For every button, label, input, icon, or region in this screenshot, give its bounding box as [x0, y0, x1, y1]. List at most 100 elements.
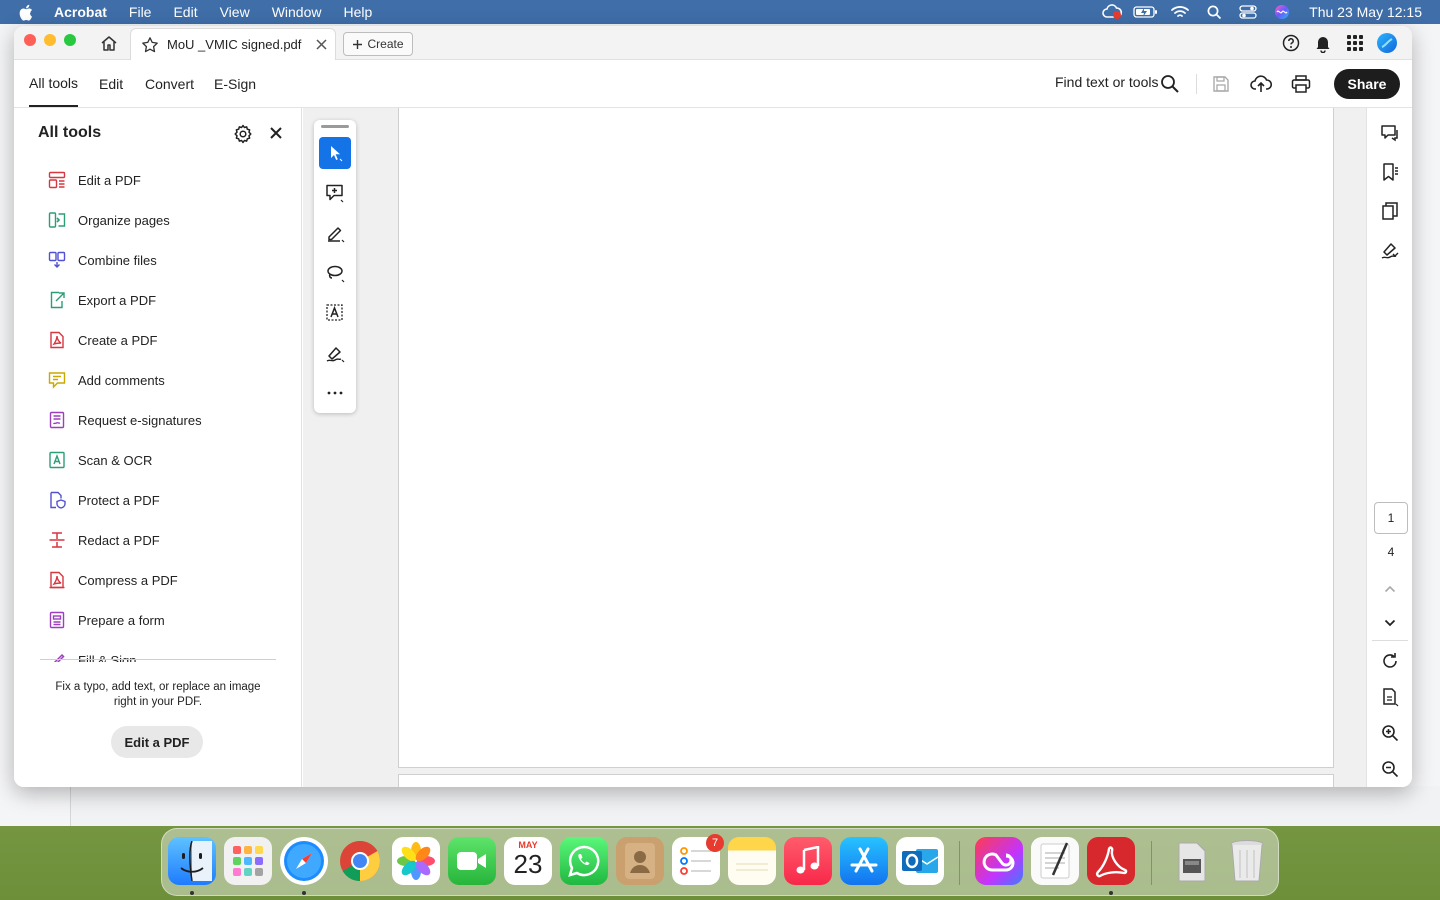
tab-convert[interactable]: Convert: [145, 60, 194, 108]
control-center-icon[interactable]: [1231, 0, 1265, 24]
menu-window[interactable]: Window: [272, 4, 322, 20]
tool-redact-pdf[interactable]: Redact a PDF: [48, 528, 160, 552]
zoom-out-icon[interactable]: [1379, 758, 1401, 780]
fill-and-sign-icon[interactable]: [1379, 239, 1401, 261]
apple-menu-icon[interactable]: [18, 4, 40, 21]
draw-lasso-icon[interactable]: [319, 257, 351, 289]
dock-facetime-icon[interactable]: [448, 837, 496, 885]
sign-pen-icon[interactable]: [319, 337, 351, 369]
tool-prepare-form[interactable]: Prepare a form: [48, 608, 165, 632]
tab-edit[interactable]: Edit: [99, 60, 123, 108]
print-icon[interactable]: [1290, 73, 1312, 95]
pdf-page-next[interactable]: [398, 774, 1334, 787]
dock-music-icon[interactable]: [784, 837, 832, 885]
user-avatar[interactable]: [1376, 32, 1398, 54]
tab-e-sign[interactable]: E-Sign: [214, 60, 256, 108]
notifications-bell-icon[interactable]: [1312, 32, 1334, 54]
star-icon[interactable]: [141, 36, 159, 54]
close-window-button[interactable]: [24, 34, 36, 46]
menu-help[interactable]: Help: [343, 4, 372, 20]
document-viewer[interactable]: [303, 108, 1366, 787]
select-cursor-icon[interactable]: [319, 137, 351, 169]
toolbar-divider: [1196, 74, 1197, 94]
pdf-page[interactable]: [398, 108, 1334, 768]
rotate-icon[interactable]: [1379, 650, 1401, 672]
dock-reminders-icon[interactable]: 7: [672, 834, 724, 885]
dock-safari-icon[interactable]: [280, 837, 328, 885]
zoom-window-button[interactable]: [64, 34, 76, 46]
tool-label: Fill & Sign: [78, 652, 137, 663]
apps-grid-icon[interactable]: [1344, 32, 1366, 54]
page-fit-icon[interactable]: [1379, 686, 1401, 708]
total-pages: 4: [1387, 545, 1395, 559]
battery-icon[interactable]: [1129, 0, 1163, 24]
gear-icon[interactable]: [233, 124, 253, 144]
bookmarks-icon[interactable]: [1379, 161, 1401, 183]
minimize-window-button[interactable]: [44, 34, 56, 46]
tool-compress-pdf[interactable]: Compress a PDF: [48, 568, 178, 592]
dock-whatsapp-icon[interactable]: [560, 837, 608, 885]
prepare-form-icon: [48, 611, 66, 629]
dock-utility-icon[interactable]: [1167, 837, 1215, 885]
more-options-icon[interactable]: [319, 377, 351, 409]
dock-notes-icon[interactable]: [728, 837, 776, 885]
dock-creative-cloud-icon[interactable]: [975, 837, 1023, 885]
menu-view[interactable]: View: [220, 4, 250, 20]
text-recognize-icon[interactable]: [319, 297, 351, 329]
zoom-in-icon[interactable]: [1379, 722, 1401, 744]
creative-cloud-status-icon[interactable]: [1095, 0, 1129, 24]
close-panel-icon[interactable]: [268, 125, 284, 141]
search-icon[interactable]: [1160, 74, 1180, 94]
comments-panel-icon[interactable]: [1379, 122, 1401, 144]
dock-photos-icon[interactable]: [392, 837, 440, 885]
tool-create-pdf[interactable]: Create a PDF: [48, 328, 157, 352]
dock-finder-icon[interactable]: [168, 837, 216, 885]
share-button[interactable]: Share: [1334, 69, 1400, 99]
current-page-field[interactable]: 1: [1374, 502, 1408, 534]
tool-label: Add comments: [78, 372, 165, 388]
menu-edit[interactable]: Edit: [173, 4, 197, 20]
dock-launchpad-icon[interactable]: [224, 837, 272, 885]
home-icon[interactable]: [98, 33, 120, 53]
close-tab-icon[interactable]: [313, 36, 329, 52]
upload-cloud-icon[interactable]: [1250, 73, 1272, 95]
tool-add-comments[interactable]: Add comments: [48, 368, 165, 392]
redact-pdf-icon: [48, 531, 66, 549]
dock-contacts-icon[interactable]: [616, 837, 664, 885]
tool-edit-pdf[interactable]: Edit a PDF: [48, 168, 141, 192]
dock-calendar-icon[interactable]: MAY 23: [504, 837, 552, 885]
tool-organize-pages[interactable]: Organize pages: [48, 208, 170, 232]
document-tab[interactable]: MoU _VMIC signed.pdf: [130, 28, 336, 60]
previous-page-icon[interactable]: [1379, 578, 1401, 600]
create-button[interactable]: Create: [343, 32, 413, 56]
dock-outlook-icon[interactable]: [896, 837, 944, 885]
help-icon[interactable]: [1280, 32, 1302, 54]
add-comment-icon[interactable]: [319, 177, 351, 209]
spotlight-search-icon[interactable]: [1197, 0, 1231, 24]
tool-protect-pdf[interactable]: Protect a PDF: [48, 488, 160, 512]
page-thumbnails-icon[interactable]: [1379, 200, 1401, 222]
highlight-pen-icon[interactable]: [319, 217, 351, 249]
wifi-icon[interactable]: [1163, 0, 1197, 24]
menu-file[interactable]: File: [129, 4, 152, 20]
dock-app-store-icon[interactable]: [840, 837, 888, 885]
menu-bar-clock[interactable]: Thu 23 May 12:15: [1309, 4, 1422, 20]
find-text-or-tools[interactable]: Find text or tools: [1055, 74, 1159, 90]
tool-request-esignatures[interactable]: Request e-signatures: [48, 408, 202, 432]
main-toolbar: All tools Edit Convert E-Sign Find text …: [14, 60, 1412, 108]
dock-acrobat-icon[interactable]: [1087, 837, 1135, 885]
tab-all-tools[interactable]: All tools: [29, 60, 79, 107]
tool-label: Edit a PDF: [78, 172, 141, 188]
next-page-icon[interactable]: [1379, 612, 1401, 634]
drag-handle[interactable]: [321, 125, 349, 128]
dock-textedit-icon[interactable]: [1031, 837, 1079, 885]
tool-export-pdf[interactable]: Export a PDF: [48, 288, 156, 312]
menu-app-name[interactable]: Acrobat: [54, 4, 107, 20]
tool-combine-files[interactable]: Combine files: [48, 248, 157, 272]
save-icon[interactable]: [1210, 73, 1232, 95]
tool-scan-ocr[interactable]: Scan & OCR: [48, 448, 152, 472]
siri-icon[interactable]: [1265, 0, 1299, 24]
dock-chrome-icon[interactable]: [336, 837, 384, 885]
edit-pdf-button[interactable]: Edit a PDF: [111, 726, 203, 758]
dock-trash-icon[interactable]: [1223, 837, 1271, 885]
